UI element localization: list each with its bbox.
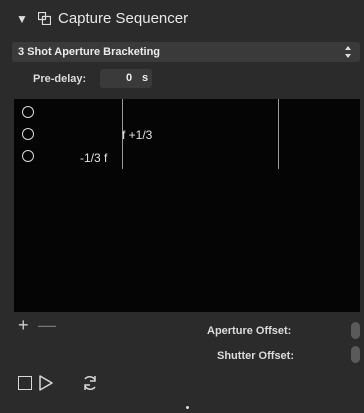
panel-header[interactable]: ▼ Capture Sequencer [0, 0, 364, 38]
loop-icon[interactable] [80, 373, 100, 393]
preset-select[interactable]: 3 Shot Aperture Bracketing [12, 42, 360, 62]
predelay-unit: s [142, 72, 149, 84]
predelay-field[interactable]: 0 s [100, 69, 152, 88]
aperture-offset-stepper[interactable] [351, 322, 360, 339]
predelay-label: Pre-delay: [33, 73, 87, 85]
scroll-indicator-dot [186, 406, 189, 409]
sequence-list[interactable]: f +1/3 -1/3 f [14, 99, 360, 312]
panel-title: Capture Sequencer [58, 10, 189, 27]
play-icon[interactable] [38, 374, 54, 392]
stop-icon[interactable] [18, 376, 32, 390]
shutter-offset-stepper[interactable] [351, 346, 360, 363]
aperture-offset-label: Aperture Offset: [207, 325, 292, 337]
shot-2-select-circle[interactable] [22, 128, 34, 140]
shot-3-label: -1/3 f [80, 151, 108, 165]
marker-line-right [278, 99, 279, 169]
remove-shot-button[interactable]: — [38, 316, 56, 334]
shot-1-select-circle[interactable] [22, 106, 34, 118]
add-shot-button[interactable]: + [18, 316, 29, 334]
up-down-arrows-icon [345, 46, 351, 58]
shutter-offset-label: Shutter Offset: [217, 350, 294, 362]
shot-2-label: f +1/3 [122, 128, 153, 142]
capture-sequencer-icon [38, 12, 51, 25]
predelay-value: 0 [126, 72, 133, 84]
disclosure-triangle-down-icon[interactable]: ▼ [16, 12, 28, 26]
preset-select-value: 3 Shot Aperture Bracketing [18, 46, 161, 58]
transport-controls [0, 370, 364, 400]
shot-3-select-circle[interactable] [22, 150, 34, 162]
